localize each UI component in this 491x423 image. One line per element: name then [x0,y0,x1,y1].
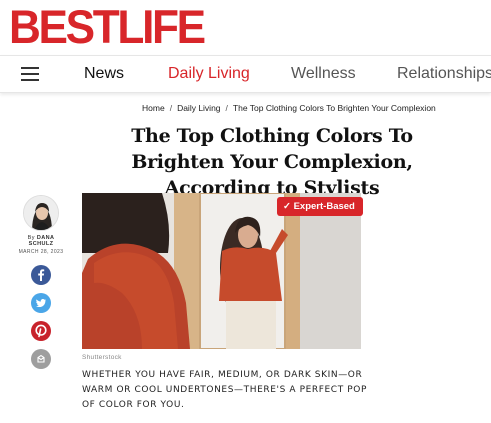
article-dek: WHETHER YOU HAVE FAIR, MEDIUM, OR DARK S… [82,370,367,410]
author-column: By DANA SCHULZ MARCH 28, 2023 [18,195,64,369]
main-nav: News Daily Living Wellness Relationships [0,55,491,93]
breadcrumb-daily-living[interactable]: Daily Living [177,103,220,113]
nav-item-wellness[interactable]: Wellness [291,64,356,84]
pinterest-icon [35,324,47,338]
pinterest-share-button[interactable] [31,321,51,341]
email-icon [37,354,45,363]
woman-mirror-photo [82,193,361,349]
facebook-icon [38,269,45,281]
hero-image[interactable] [82,193,361,349]
author-photo [24,196,58,230]
nav-item-relationships[interactable]: Relationships [397,64,491,84]
email-share-button[interactable] [31,349,51,369]
image-credit: Shutterstock [82,354,122,361]
facebook-share-button[interactable] [31,265,51,285]
breadcrumb-current: The Top Clothing Colors To Brighten Your… [232,103,436,113]
site-logo[interactable]: BESTLIFE [9,2,206,52]
publish-date: MARCH 28, 2023 [18,249,64,255]
article-title: The Top Clothing Colors To Brighten Your… [131,125,413,199]
author-byline: By DANA SCHULZ [18,235,64,247]
masthead: BESTLIFE [0,0,491,54]
twitter-share-button[interactable] [31,293,51,313]
breadcrumb-home[interactable]: Home [142,103,165,113]
breadcrumb-separator: / [169,103,173,113]
nav-item-news[interactable]: News [84,64,124,84]
nav-item-daily-living[interactable]: Daily Living [168,64,250,84]
hamburger-icon[interactable] [21,67,39,81]
author-avatar[interactable] [23,195,59,231]
breadcrumb-separator: / [225,103,228,113]
twitter-icon [36,299,46,308]
breadcrumb: Home / Daily Living / The Top Clothing Color… [142,103,436,113]
expert-based-badge[interactable]: ✓ Expert-Based [277,197,363,216]
